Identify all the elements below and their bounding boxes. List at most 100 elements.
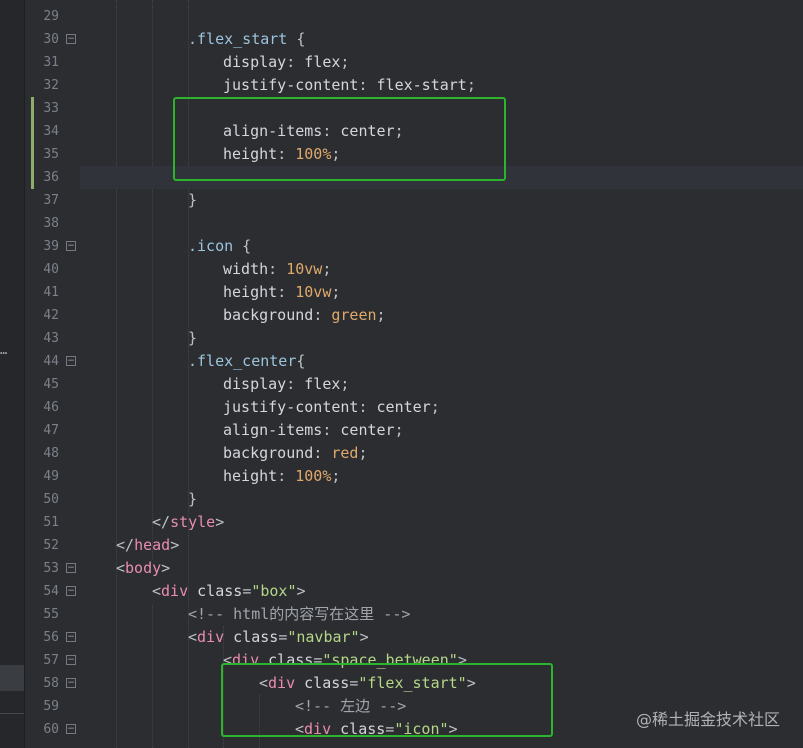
line-number: 38 bbox=[43, 216, 59, 231]
line-number-gutter: 29 30−31 32 33 34 35 36 37 38 39−40 41 42 43 44−45 46 4… bbox=[25, 0, 80, 748]
code-token: height bbox=[223, 283, 278, 301]
code-line[interactable]: background: red; bbox=[80, 442, 803, 465]
gutter-row: 32 bbox=[25, 74, 80, 97]
code-token: green bbox=[331, 306, 377, 324]
truncated-label: … bbox=[0, 343, 8, 357]
code-token: : bbox=[268, 260, 287, 278]
gutter-row: 30− bbox=[25, 28, 80, 51]
line-number: 55 bbox=[43, 607, 59, 622]
code-line-content: </head> bbox=[116, 534, 179, 557]
code-token: ; bbox=[340, 53, 350, 71]
code-token: class bbox=[188, 582, 243, 600]
line-number: 57 bbox=[43, 653, 59, 668]
line-number: 53 bbox=[43, 561, 59, 576]
code-line[interactable]: justify-content: flex-start; bbox=[80, 74, 803, 97]
fold-toggle-icon[interactable]: − bbox=[66, 724, 76, 734]
line-number: 30 bbox=[43, 32, 59, 47]
code-token: 10vw bbox=[295, 283, 332, 301]
code-line[interactable] bbox=[80, 5, 803, 28]
code-token: < bbox=[188, 628, 198, 646]
code-line[interactable]: height: 100%; bbox=[80, 465, 803, 488]
code-token: } bbox=[188, 490, 198, 508]
watermark: @稀土掘金技术社区 bbox=[635, 710, 780, 729]
code-line-content: display: flex; bbox=[223, 373, 349, 396]
line-number: 43 bbox=[43, 331, 59, 346]
code-line[interactable]: display: flex; bbox=[80, 51, 803, 74]
line-number: 47 bbox=[43, 423, 59, 438]
code-line-content: background: red; bbox=[223, 442, 368, 465]
fold-toggle-icon[interactable]: − bbox=[66, 655, 76, 665]
line-number: 33 bbox=[43, 101, 59, 116]
code-line[interactable]: display: flex; bbox=[80, 373, 803, 396]
highlight-box-css bbox=[173, 97, 506, 181]
code-line[interactable]: align-items: center; bbox=[80, 419, 803, 442]
code-line[interactable]: background: green; bbox=[80, 304, 803, 327]
line-number: 40 bbox=[43, 262, 59, 277]
line-number: 34 bbox=[43, 124, 59, 139]
code-line-content: .flex_center{ bbox=[188, 350, 305, 373]
gutter-row: 54− bbox=[25, 580, 80, 603]
gutter-row: 57− bbox=[25, 649, 80, 672]
code-token: <!-- html的内容写在这里 --> bbox=[188, 605, 411, 623]
gutter-row: 46 bbox=[25, 396, 80, 419]
selected-tree-item[interactable] bbox=[0, 665, 24, 691]
code-token: < bbox=[152, 582, 162, 600]
code-line[interactable]: </style> bbox=[80, 511, 803, 534]
code-token: .icon bbox=[188, 237, 234, 255]
code-token: flex bbox=[304, 53, 341, 71]
code-token: { bbox=[296, 352, 306, 370]
line-number: 31 bbox=[43, 55, 59, 70]
gutter-row: 38 bbox=[25, 212, 80, 235]
code-token: ; bbox=[331, 283, 341, 301]
line-number: 41 bbox=[43, 285, 59, 300]
code-line[interactable]: <div class="box"> bbox=[80, 580, 803, 603]
code-line[interactable]: <body> bbox=[80, 557, 803, 580]
code-line[interactable]: height: 10vw; bbox=[80, 281, 803, 304]
fold-toggle-icon[interactable]: − bbox=[66, 356, 76, 366]
code-line[interactable]: <div class="navbar"> bbox=[80, 626, 803, 649]
file-tree-panel[interactable]: … bbox=[0, 0, 25, 748]
code-editor[interactable]: … 29 30−31 32 33 34 35 36 37 38 39−40 41 42 43 44−45 4… bbox=[0, 0, 803, 748]
gutter-row: 29 bbox=[25, 5, 80, 28]
code-line-content: align-items: center; bbox=[223, 419, 404, 442]
code-line[interactable]: } bbox=[80, 488, 803, 511]
fold-toggle-icon[interactable]: − bbox=[66, 632, 76, 642]
code-line[interactable]: </head> bbox=[80, 534, 803, 557]
code-line[interactable]: .flex_start { bbox=[80, 28, 803, 51]
code-token: body bbox=[125, 559, 162, 577]
code-line[interactable]: } bbox=[80, 327, 803, 350]
fold-toggle-icon[interactable]: − bbox=[66, 586, 76, 596]
code-token: ; bbox=[394, 421, 404, 439]
code-line-content: .flex_start { bbox=[188, 28, 305, 51]
code-token: : bbox=[322, 421, 341, 439]
code-line[interactable]: <!-- html的内容写在这里 --> bbox=[80, 603, 803, 626]
code-token: { bbox=[287, 30, 306, 48]
code-token: = bbox=[278, 628, 288, 646]
code-token: > bbox=[161, 559, 171, 577]
gutter-row: 31 bbox=[25, 51, 80, 74]
code-line-content: } bbox=[188, 327, 197, 350]
code-token: justify-content bbox=[223, 76, 359, 94]
fold-toggle-icon[interactable]: − bbox=[66, 34, 76, 44]
line-number: 35 bbox=[43, 147, 59, 162]
code-token: 10vw bbox=[286, 260, 323, 278]
code-token: justify-content bbox=[223, 398, 359, 416]
code-line[interactable] bbox=[80, 212, 803, 235]
code-line-content: <div class="box"> bbox=[152, 580, 306, 603]
code-token: } bbox=[188, 191, 198, 209]
code-token: class bbox=[224, 628, 279, 646]
code-line[interactable]: } bbox=[80, 189, 803, 212]
code-line-content: } bbox=[188, 488, 197, 511]
line-number: 45 bbox=[43, 377, 59, 392]
fold-toggle-icon[interactable]: − bbox=[66, 678, 76, 688]
code-line[interactable]: width: 10vw; bbox=[80, 258, 803, 281]
code-line[interactable]: .flex_center{ bbox=[80, 350, 803, 373]
code-line-content: height: 100%; bbox=[223, 465, 340, 488]
code-line[interactable]: justify-content: center; bbox=[80, 396, 803, 419]
fold-toggle-icon[interactable]: − bbox=[66, 563, 76, 573]
code-token: > bbox=[215, 513, 225, 531]
code-token: : bbox=[277, 467, 296, 485]
code-token: ; bbox=[331, 467, 341, 485]
code-line[interactable]: .icon { bbox=[80, 235, 803, 258]
fold-toggle-icon[interactable]: − bbox=[66, 241, 76, 251]
